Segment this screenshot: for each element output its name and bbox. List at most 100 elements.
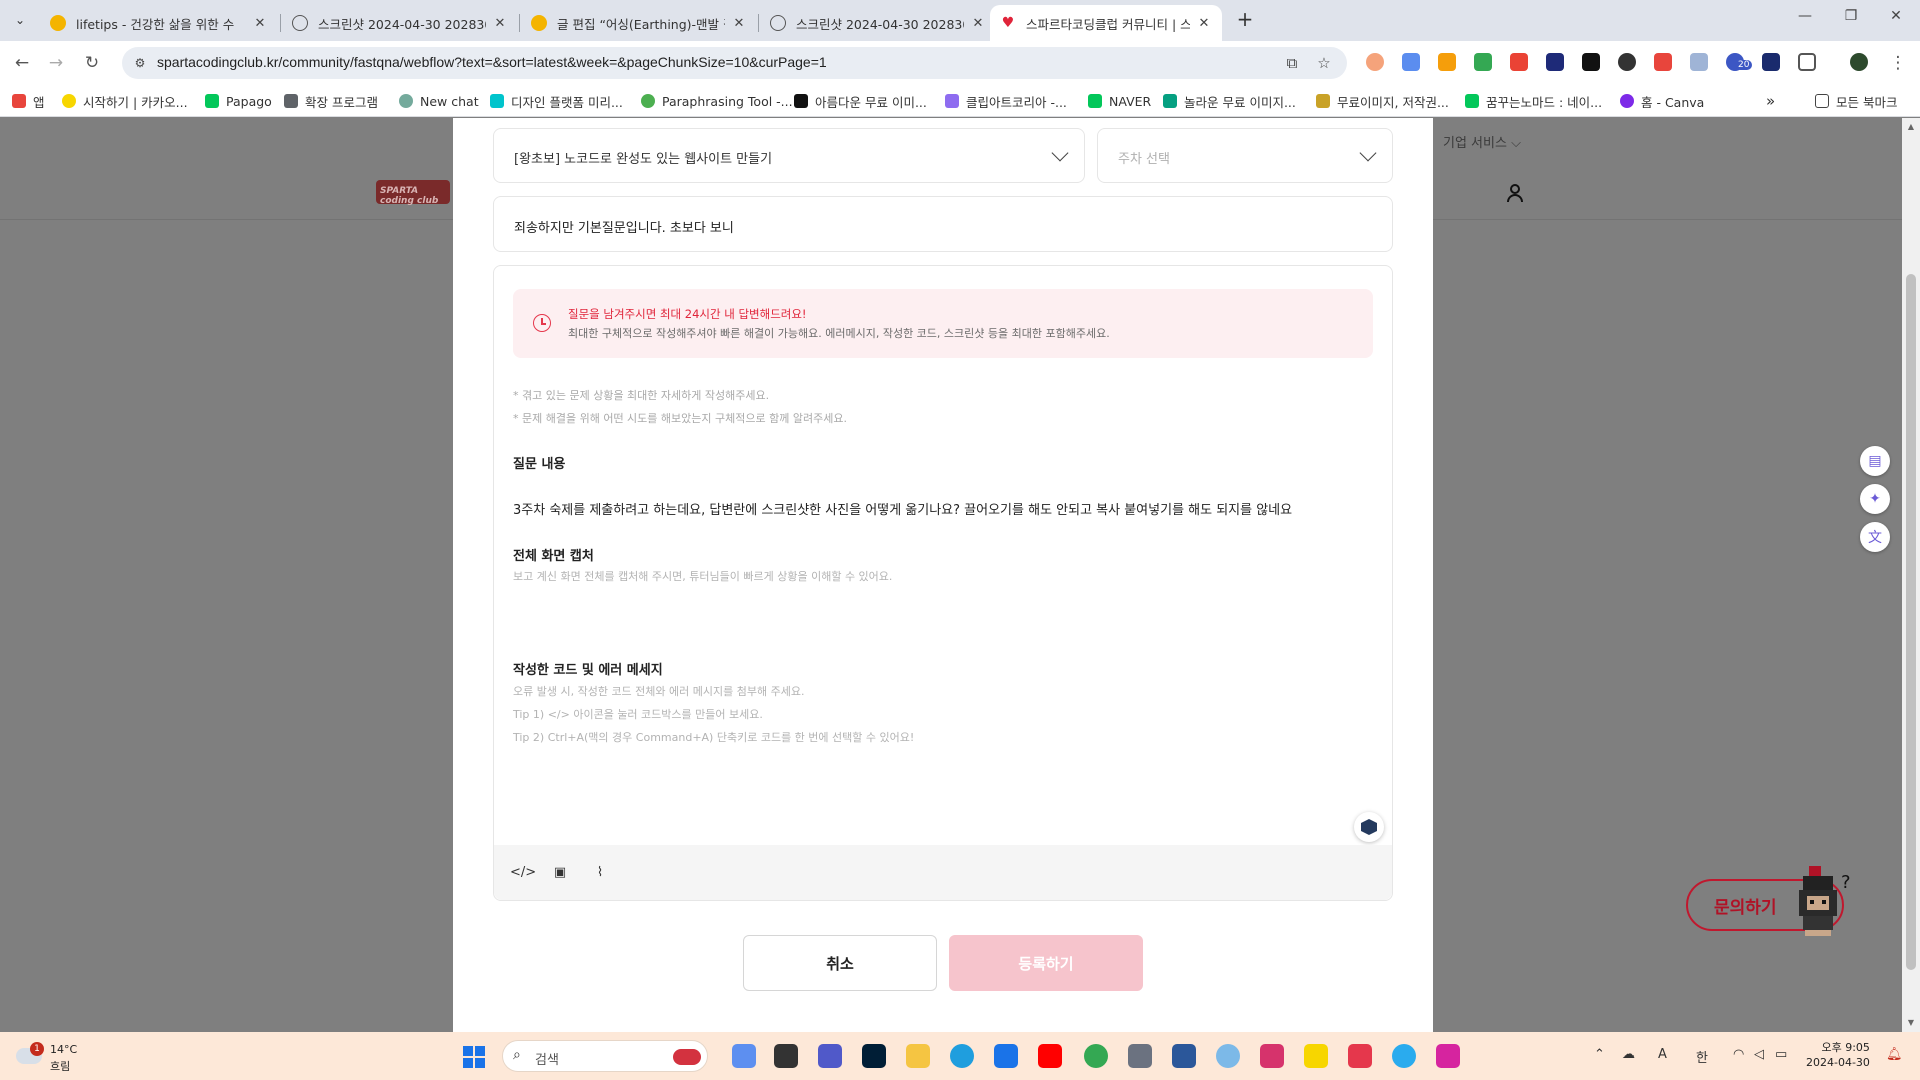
page-scrollbar[interactable]: ▲ ▼ bbox=[1902, 118, 1920, 1032]
question-title-input[interactable]: 죄송하지만 기본질문입니다. 초보다 보니 bbox=[493, 196, 1393, 252]
onedrive-icon[interactable]: ☁ bbox=[1622, 1047, 1635, 1062]
teams-icon[interactable] bbox=[818, 1044, 842, 1068]
document-icon[interactable]: ▤ bbox=[1860, 446, 1890, 476]
new-tab-button[interactable]: + bbox=[1233, 8, 1257, 32]
chevron-up-icon[interactable]: ⌃ bbox=[1594, 1047, 1605, 1062]
site-info-icon[interactable]: ⚙ bbox=[132, 55, 148, 71]
more-bookmarks-icon[interactable]: » bbox=[1766, 91, 1775, 111]
bookmark-item[interactable]: New chat bbox=[399, 91, 479, 111]
sparkle-ai-icon[interactable]: ✦ bbox=[1860, 484, 1890, 514]
address-bar[interactable]: ⚙ spartacodingclub.kr/community/fastqna/… bbox=[122, 47, 1347, 79]
youtube-icon[interactable] bbox=[1038, 1044, 1062, 1068]
ime-mode[interactable]: A bbox=[1658, 1047, 1667, 1062]
forward-icon[interactable]: → bbox=[44, 51, 68, 75]
bookmark-item[interactable]: Paraphrasing Tool -... bbox=[641, 91, 793, 111]
extension-icon[interactable] bbox=[1582, 53, 1600, 71]
user-icon[interactable] bbox=[1507, 184, 1523, 202]
bookmark-item[interactable]: 무료이미지, 저작권... bbox=[1316, 91, 1449, 111]
open-in-app-icon[interactable]: ⧉ bbox=[1282, 53, 1302, 73]
back-icon[interactable]: ← bbox=[10, 51, 34, 75]
minimize-icon[interactable]: — bbox=[1785, 8, 1825, 32]
extension-icon[interactable] bbox=[1474, 53, 1492, 71]
weather-widget[interactable]: 1 14°C 흐림 bbox=[16, 1040, 96, 1073]
puzzle-extensions-icon[interactable] bbox=[1798, 53, 1816, 71]
ai-assistant-button[interactable] bbox=[1354, 812, 1384, 842]
notification-bell-icon[interactable]: 🔔︎ bbox=[1886, 1047, 1903, 1062]
wifi-icon[interactable]: ◠ bbox=[1733, 1047, 1744, 1062]
bookmark-item[interactable]: Papago bbox=[205, 91, 272, 111]
sparta-app-icon[interactable] bbox=[1348, 1044, 1372, 1068]
window-close-icon[interactable]: ✕ bbox=[1876, 8, 1916, 32]
tab-edit-post[interactable]: 글 편집 “어싱(Earthing)-맨발 걸 ✕ bbox=[521, 5, 757, 41]
tab-sparta-community[interactable]: ♥ 스파르타코딩클럽 커뮤니티 | 스 ✕ bbox=[990, 5, 1222, 41]
extension-icon[interactable] bbox=[1654, 53, 1672, 71]
scroll-down-icon[interactable]: ▼ bbox=[1906, 1018, 1916, 1028]
tab-screenshot-2[interactable]: 스크린샷 2024-04-30 202830.p ✕ bbox=[760, 5, 996, 41]
kakaotalk-icon[interactable] bbox=[1304, 1044, 1328, 1068]
close-icon[interactable]: ✕ bbox=[731, 16, 747, 31]
paint-icon[interactable] bbox=[1216, 1044, 1240, 1068]
business-service-menu[interactable]: 기업 서비스 ⌵ bbox=[1443, 132, 1521, 151]
bookmark-item[interactable]: NAVER bbox=[1088, 91, 1151, 111]
windows-start-icon[interactable] bbox=[463, 1046, 485, 1068]
restore-icon[interactable]: ❐ bbox=[1831, 8, 1871, 32]
cancel-button[interactable]: 취소 bbox=[743, 935, 937, 991]
chrome-icon[interactable] bbox=[1084, 1044, 1108, 1068]
extension-icon[interactable] bbox=[1762, 53, 1780, 71]
battery-icon[interactable]: ▭ bbox=[1775, 1047, 1787, 1062]
question-editor[interactable]: 질문을 남겨주시면 최대 24시간 내 답변해드려요! 최대한 구체적으로 작성… bbox=[493, 265, 1393, 901]
all-bookmarks[interactable]: 모든 북마크 bbox=[1815, 91, 1897, 111]
question-body-text[interactable]: 3주차 숙제를 제출하려고 하는데요, 답변란에 스크린샷한 사진을 어떻게 옮… bbox=[513, 499, 1292, 518]
instagram-icon[interactable] bbox=[1436, 1044, 1460, 1068]
attachment-icon[interactable]: ⌇ bbox=[590, 863, 610, 883]
snipping-tool-icon[interactable] bbox=[1260, 1044, 1284, 1068]
bookmark-item[interactable]: 꿈꾸는노마드 : 네이... bbox=[1465, 91, 1602, 111]
bookmark-item[interactable]: 확장 프로그램 bbox=[284, 91, 378, 111]
ime-lang[interactable]: 한 bbox=[1696, 1047, 1708, 1066]
system-clock[interactable]: 오후 9:05 2024-04-30 bbox=[1806, 1040, 1870, 1070]
tab-lifetips[interactable]: lifetips - 건강한 삶을 위한 수 ✕ bbox=[40, 5, 278, 41]
tab-screenshot-1[interactable]: 스크린샷 2024-04-30 202830.p ✕ bbox=[282, 5, 518, 41]
bookmark-item[interactable]: 클립아트코리아 -... bbox=[945, 91, 1067, 111]
bookmark-star-icon[interactable]: ☆ bbox=[1314, 53, 1334, 73]
close-icon[interactable]: ✕ bbox=[1196, 16, 1212, 31]
scroll-up-icon[interactable]: ▲ bbox=[1906, 122, 1916, 132]
scroll-thumb[interactable] bbox=[1906, 274, 1916, 970]
tab-search-icon[interactable]: ⌄ bbox=[9, 9, 31, 31]
course-select[interactable]: [왕초보] 노코드로 완성도 있는 웹사이트 만들기 bbox=[493, 128, 1085, 183]
calculator-icon[interactable] bbox=[1128, 1044, 1152, 1068]
edge-icon[interactable] bbox=[950, 1044, 974, 1068]
menu-icon[interactable]: ⋮ bbox=[1886, 51, 1910, 75]
bookmark-item[interactable]: 디자인 플랫폼 미리... bbox=[490, 91, 623, 111]
week-select[interactable]: 주차 선택 bbox=[1097, 128, 1393, 183]
url-text[interactable]: spartacodingclub.kr/community/fastqna/we… bbox=[157, 54, 827, 70]
photoshop-icon[interactable] bbox=[862, 1044, 886, 1068]
mail-icon[interactable] bbox=[994, 1044, 1018, 1068]
extension-icon[interactable] bbox=[1438, 53, 1456, 71]
bookmark-apps[interactable]: 앱 bbox=[12, 91, 45, 111]
reload-icon[interactable]: ↻ bbox=[80, 51, 104, 75]
volume-icon[interactable]: ◁ bbox=[1754, 1047, 1764, 1062]
close-icon[interactable]: ✕ bbox=[970, 16, 986, 31]
extension-icon[interactable] bbox=[1366, 53, 1384, 71]
extension-icon[interactable] bbox=[1510, 53, 1528, 71]
task-view-icon[interactable] bbox=[774, 1044, 798, 1068]
image-upload-icon[interactable]: ▣ bbox=[550, 863, 570, 883]
bookmark-item[interactable]: 아름다운 무료 이미... bbox=[794, 91, 927, 111]
submit-button[interactable]: 등록하기 bbox=[949, 935, 1143, 991]
telegram-icon[interactable] bbox=[1392, 1044, 1416, 1068]
extension-icon[interactable] bbox=[1402, 53, 1420, 71]
bookmark-item[interactable]: 홈 - Canva bbox=[1620, 91, 1704, 111]
file-explorer-icon[interactable] bbox=[906, 1044, 930, 1068]
copilot-icon[interactable] bbox=[732, 1044, 756, 1068]
close-icon[interactable]: ✕ bbox=[252, 16, 268, 31]
extension-icon[interactable] bbox=[1546, 53, 1564, 71]
notepad-icon[interactable] bbox=[1172, 1044, 1196, 1068]
bookmark-item[interactable]: 시작하기 | 카카오... bbox=[62, 91, 188, 111]
close-icon[interactable]: ✕ bbox=[492, 16, 508, 31]
extension-icon[interactable] bbox=[1690, 53, 1708, 71]
taskbar-search[interactable]: ⌕ 검색 bbox=[502, 1040, 708, 1072]
bookmark-item[interactable]: 놀라운 무료 이미지... bbox=[1163, 91, 1296, 111]
avatar[interactable] bbox=[1850, 53, 1868, 71]
extension-icon[interactable] bbox=[1618, 53, 1636, 71]
